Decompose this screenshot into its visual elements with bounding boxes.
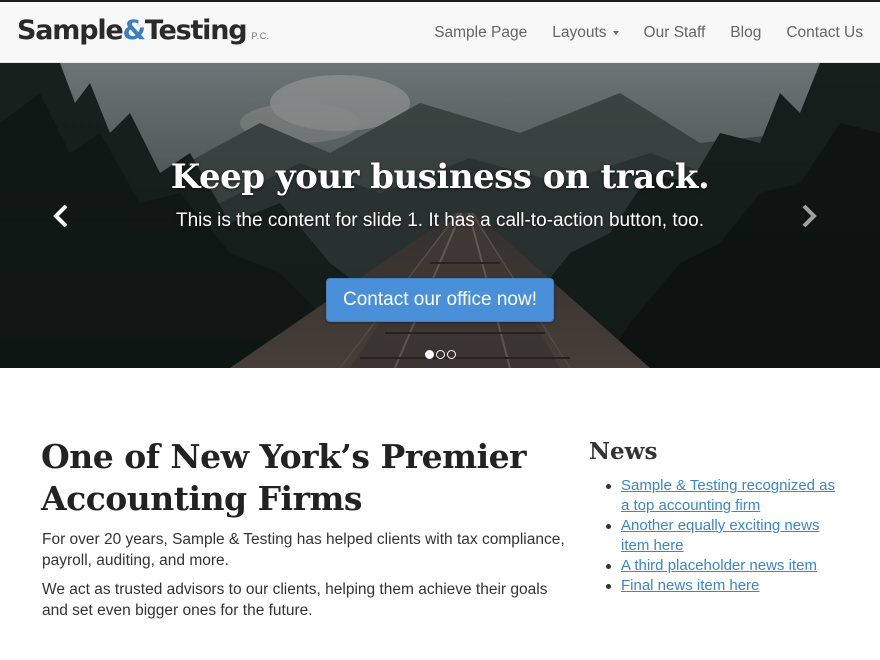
- brand-suffix: P.C.: [251, 31, 270, 41]
- carousel-indicator-3[interactable]: [447, 350, 456, 359]
- news-item: A third placeholder news item: [606, 556, 846, 576]
- news-heading: News: [589, 438, 658, 465]
- nav-item-contact-us[interactable]: Contact Us: [774, 24, 880, 42]
- brand-logo[interactable]: Sample&Testing P.C.: [17, 15, 270, 46]
- hero-text: This is the content for slide 1. It has …: [175, 210, 705, 231]
- nav-item-our-staff[interactable]: Our Staff: [631, 24, 718, 42]
- chevron-right-icon[interactable]: [797, 203, 821, 229]
- chevron-left-icon[interactable]: [49, 203, 73, 229]
- news-item: Final news item here: [606, 576, 846, 596]
- news-link[interactable]: A third placeholder news item: [621, 557, 817, 574]
- nav-item-layouts[interactable]: Layouts: [540, 24, 631, 42]
- caret-down-icon: [612, 30, 619, 35]
- carousel-indicator-1[interactable]: [425, 350, 434, 359]
- page-title: One of New York’s Premier Accounting Fir…: [41, 437, 527, 518]
- nav-item-sample-page[interactable]: Sample Page: [422, 24, 540, 42]
- hero-title: Keep your business on track.: [170, 157, 710, 197]
- advisors-paragraph: We act as trusted advisors to our client…: [42, 581, 548, 619]
- navbar: Sample&Testing P.C. Sample Page Layouts …: [0, 0, 880, 63]
- contact-office-button[interactable]: Contact our office now!: [326, 278, 554, 322]
- intro-paragraph: For over 20 years, Sample & Testing has …: [42, 531, 565, 569]
- brand-name: Sample&Testing: [17, 15, 248, 46]
- carousel-indicator-2[interactable]: [436, 350, 445, 359]
- nav-item-blog[interactable]: Blog: [718, 24, 774, 42]
- hero-carousel: Keep your business on track. This is the…: [0, 63, 880, 368]
- news-item: Another equally exciting news item here: [606, 516, 846, 556]
- news-link[interactable]: Another equally exciting news item here: [621, 517, 819, 554]
- main-nav: Sample Page Layouts Our Staff Blog Conta…: [422, 2, 880, 63]
- news-list: Sample & Testing recognized as a top acc…: [606, 476, 846, 596]
- news-link[interactable]: Sample & Testing recognized as a top acc…: [621, 477, 835, 514]
- news-link[interactable]: Final news item here: [621, 577, 759, 594]
- news-item: Sample & Testing recognized as a top acc…: [606, 476, 846, 516]
- carousel-indicators: [425, 350, 456, 359]
